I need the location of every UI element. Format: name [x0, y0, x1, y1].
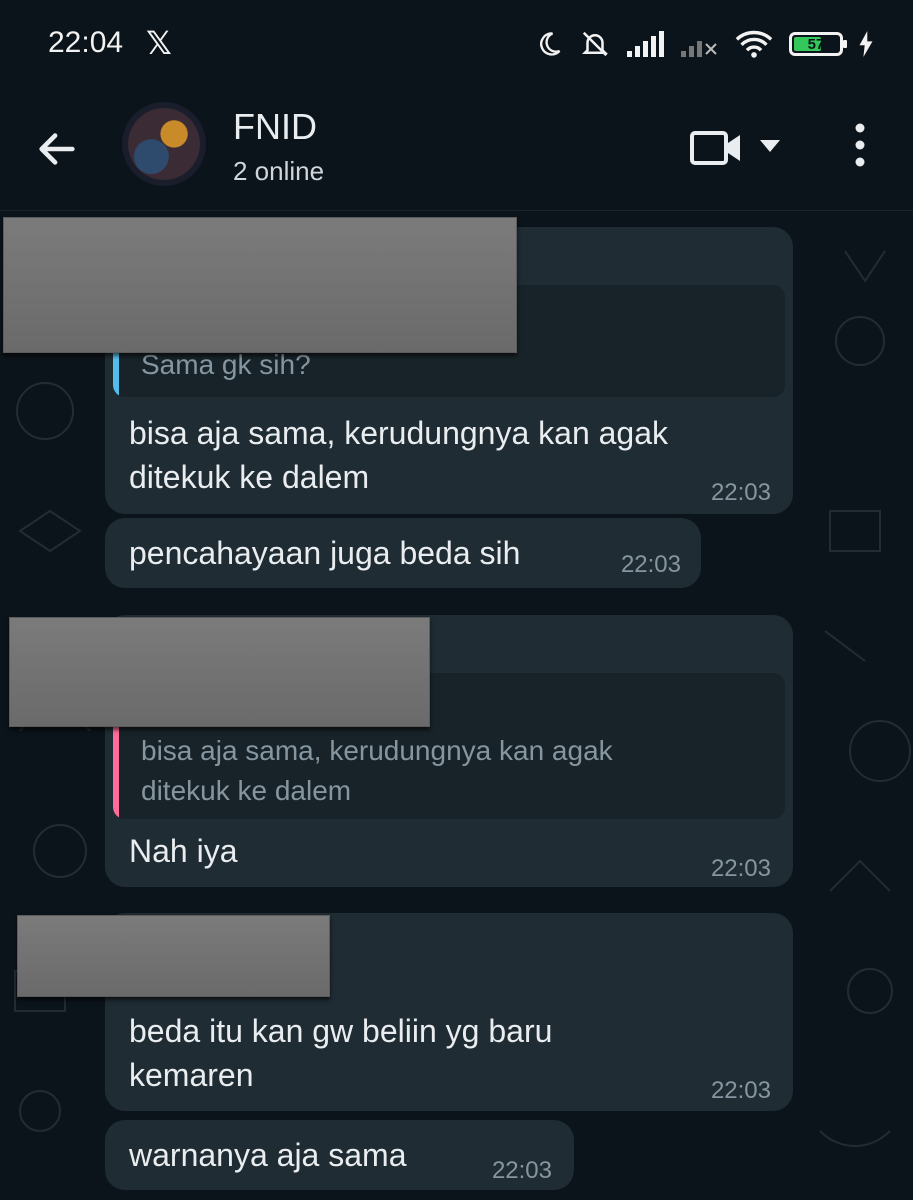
mute-bell-icon: [581, 31, 609, 57]
message-text: bisa aja sama, kerudungnya kan agak dite…: [129, 415, 669, 495]
signal-off-icon: [681, 41, 717, 57]
message-bubble[interactable]: pencahayaan juga beda sih 22:03: [105, 518, 701, 588]
moon-icon: [540, 32, 561, 56]
chat-messages[interactable]: Sama gk sih? bisa aja sama, kerudungnya …: [0, 211, 913, 1200]
message-text: pencahayaan juga beda sih: [129, 535, 521, 571]
status-icons: 57: [535, 26, 873, 62]
caret-down-icon[interactable]: [760, 140, 780, 154]
message-text: beda itu kan gw beliin yg baru kemaren: [129, 1013, 553, 1093]
message-text: Nah iya: [129, 833, 238, 869]
message-text: warnanya aja sama: [129, 1137, 407, 1173]
battery-icon: 57: [789, 32, 847, 56]
quoted-text: bisa aja sama, kerudungnya kan agak dite…: [141, 735, 613, 806]
chat-title[interactable]: FNID: [233, 106, 317, 148]
redaction-block: [9, 617, 430, 727]
group-avatar[interactable]: [122, 102, 206, 186]
redaction-block: [17, 915, 330, 997]
x-logo-icon: 𝕏: [146, 25, 172, 61]
battery-level: 57: [807, 35, 825, 53]
message-time: 22:03: [620, 551, 681, 578]
video-call-icon[interactable]: [690, 130, 742, 166]
arrow-left-icon[interactable]: [34, 126, 80, 172]
message-bubble[interactable]: warnanya aja sama 22:03: [105, 1120, 574, 1190]
chat-header: FNID 2 online: [0, 88, 913, 211]
more-vert-icon[interactable]: [852, 122, 868, 168]
message-time: 22:03: [710, 855, 771, 882]
wifi-icon: [735, 30, 773, 58]
signal-icon: [627, 31, 664, 57]
charging-icon: [859, 31, 873, 57]
status-time: 22:04: [48, 26, 124, 59]
status-bar: 22:04 𝕏 57: [0, 0, 913, 88]
message-time: 22:03: [710, 479, 771, 506]
chat-subtitle: 2 online: [233, 156, 325, 186]
redaction-block: [3, 217, 517, 353]
message-time: 22:03: [491, 1157, 552, 1184]
message-time: 22:03: [710, 1077, 771, 1104]
